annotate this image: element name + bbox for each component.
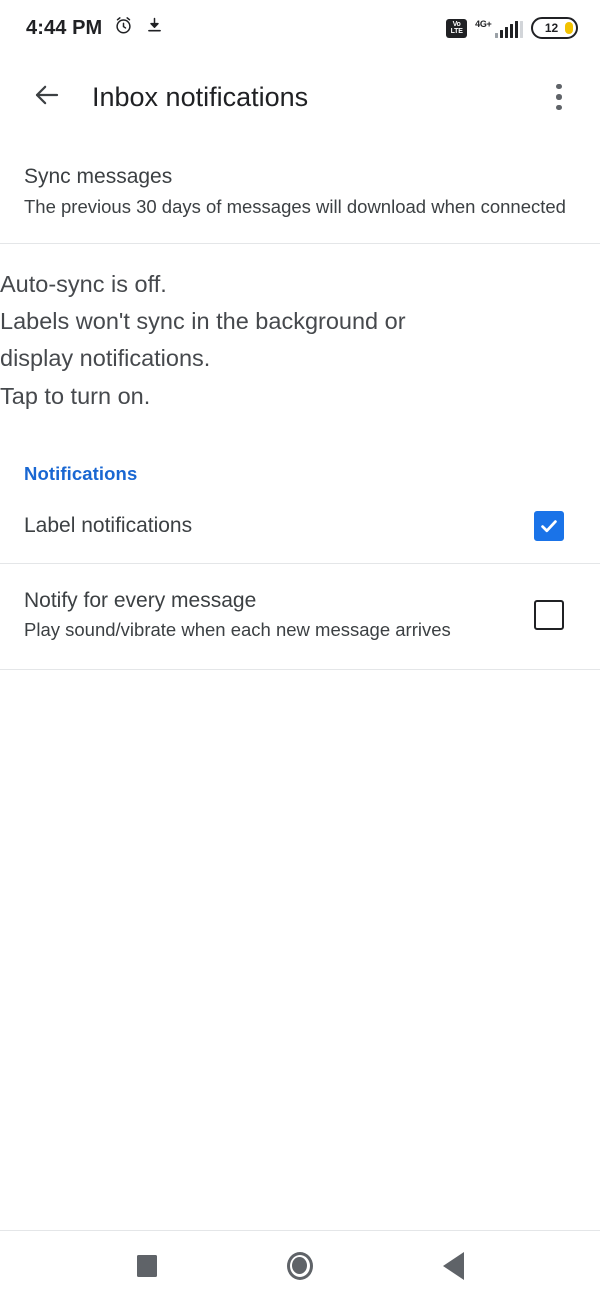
recents-icon (136, 1254, 157, 1277)
download-icon (145, 16, 164, 40)
signal-bars (494, 20, 523, 38)
settings-list: Sync messages The previous 30 days of me… (0, 138, 600, 1230)
signal-strength-icon: 4G+ (475, 19, 523, 38)
status-bar-clock: 4:44 PM (26, 16, 103, 39)
notify-every-message-subtitle: Play sound/vibrate when each new message… (24, 619, 451, 641)
phone-screen: 4:44 PM Vo LTE 4G+ 12 Inbox notification… (0, 0, 600, 1300)
overflow-menu-button[interactable] (536, 74, 582, 120)
label-notifications-checkbox[interactable] (534, 510, 564, 541)
auto-sync-notice[interactable]: Auto-sync is off. Labels won't sync in t… (0, 244, 600, 441)
label-notifications-title: Label notifications (24, 513, 193, 537)
label-notifications-checkbox-wrap[interactable] (522, 510, 576, 541)
auto-sync-line-1: Auto-sync is off. (0, 271, 167, 298)
auto-sync-text: Auto-sync is off. Labels won't sync in t… (0, 266, 580, 415)
alarm-clock-icon (113, 15, 134, 41)
page-title: Inbox notifications (92, 81, 309, 112)
notify-every-message-checkbox-wrap[interactable] (522, 600, 576, 631)
status-bar: 4:44 PM Vo LTE 4G+ 12 (0, 0, 600, 56)
battery-percent-label: 12 (544, 21, 559, 35)
network-type-label: 4G+ (475, 18, 492, 29)
battery-icon: 12 (531, 17, 578, 39)
home-icon (286, 1251, 313, 1280)
back-arrow-icon (31, 79, 63, 116)
battery-fill (565, 22, 573, 34)
home-button[interactable] (265, 1231, 335, 1301)
more-options-icon (556, 83, 562, 111)
auto-sync-line-3: display notifications. (0, 345, 211, 372)
label-notifications-text: Label notifications (24, 513, 522, 539)
sync-messages-title: Sync messages (24, 165, 173, 188)
status-bar-left: 4:44 PM (26, 15, 164, 41)
back-nav-icon (442, 1251, 464, 1280)
notifications-section-header: Notifications (24, 462, 138, 484)
system-navigation-bar (0, 1230, 600, 1300)
app-bar: Inbox notifications (0, 56, 600, 138)
volte-icon: Vo LTE (446, 18, 468, 38)
auto-sync-line-2: Labels won't sync in the background or (0, 308, 406, 335)
sync-messages-text: Sync messages The previous 30 days of me… (24, 164, 576, 219)
status-bar-right: Vo LTE 4G+ 12 (446, 17, 578, 39)
notify-every-message-checkbox[interactable] (534, 600, 564, 631)
sync-messages-row[interactable]: Sync messages The previous 30 days of me… (0, 138, 600, 244)
auto-sync-line-4: Tap to turn on. (0, 382, 151, 409)
notify-every-message-text: Notify for every message Play sound/vibr… (24, 588, 522, 643)
recents-button[interactable] (112, 1231, 182, 1301)
sync-messages-subtitle: The previous 30 days of messages will do… (24, 195, 566, 217)
label-notifications-row[interactable]: Label notifications (0, 488, 600, 563)
empty-area (0, 669, 600, 1230)
back-nav-button[interactable] (418, 1231, 488, 1301)
notify-every-message-row[interactable]: Notify for every message Play sound/vibr… (0, 563, 600, 669)
back-button[interactable] (24, 74, 70, 120)
notify-every-message-title: Notify for every message (24, 588, 257, 612)
